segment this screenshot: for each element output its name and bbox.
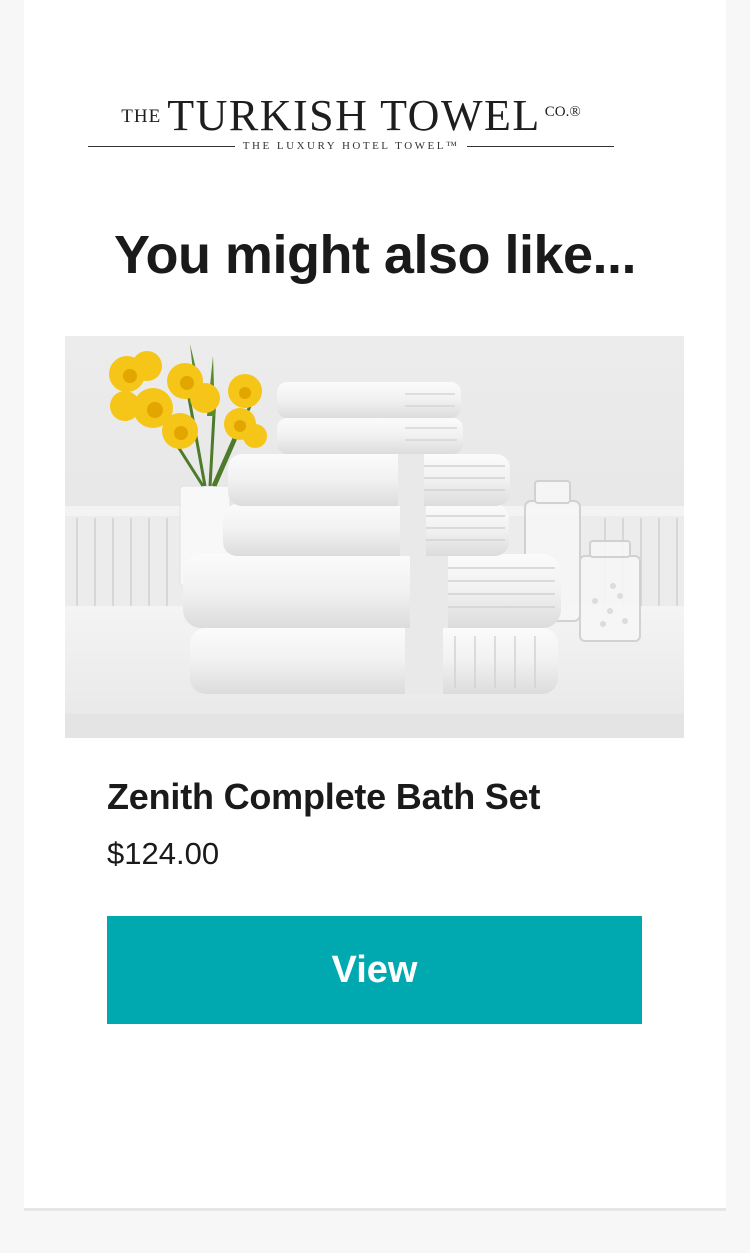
logo-tagline: THE LUXURY HOTEL TOWEL™ (242, 140, 460, 152)
product-price: $124.00 (107, 836, 220, 871)
product-image-link[interactable] (65, 336, 684, 738)
towel-stack-photo-icon (65, 336, 684, 738)
logo-rule-left (88, 145, 235, 147)
logo-wordmark: THE TURKISH TOWEL CO.® (88, 90, 614, 141)
logo-rule-right (467, 145, 615, 147)
view-button[interactable]: View (107, 916, 642, 1024)
logo-prefix: THE (121, 106, 162, 127)
logo-tagline-row: THE LUXURY HOTEL TOWEL™ (88, 137, 615, 155)
brand-logo: THE TURKISH TOWEL CO.® THE LUXURY HOTEL TO… (88, 90, 615, 156)
section-heading: You might also like... (113, 225, 637, 285)
product-name: Zenith Complete Bath Set (107, 776, 541, 817)
logo-suffix: CO.® (544, 104, 581, 120)
footer-divider (24, 1208, 726, 1211)
logo-name: TURKISH TOWEL (167, 91, 541, 140)
